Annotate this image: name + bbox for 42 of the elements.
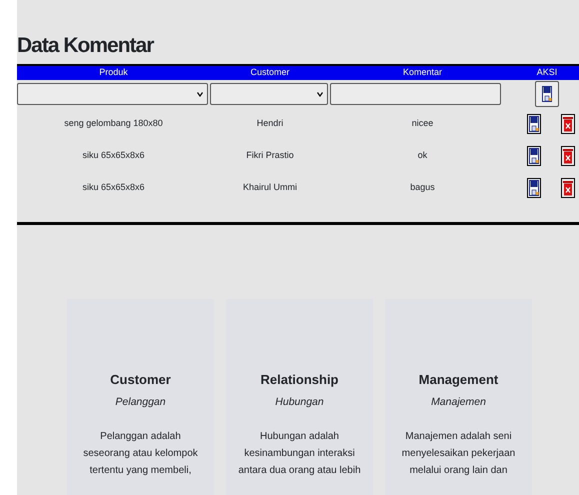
save-button[interactable] bbox=[535, 81, 559, 107]
card-text: Hubungan adalah kesinambungan interaksi antara dua orang atau lebih bbox=[237, 430, 362, 478]
save-icon bbox=[542, 86, 552, 102]
trash-icon bbox=[563, 116, 573, 132]
column-header: Produk bbox=[98, 66, 129, 80]
edit-button[interactable] bbox=[527, 114, 541, 134]
caret-icon bbox=[197, 92, 203, 96]
filter-input[interactable] bbox=[330, 83, 501, 105]
column-header: Customer bbox=[249, 66, 290, 80]
trash-icon bbox=[563, 148, 573, 164]
table-cell-text: siku 65x65x8x6 bbox=[81, 181, 146, 194]
table-cell-text: Khairul Ummi bbox=[242, 181, 298, 194]
delete-button[interactable] bbox=[561, 178, 575, 198]
save-icon bbox=[529, 148, 539, 164]
edit-button[interactable] bbox=[527, 178, 541, 198]
table-cell-text: ok bbox=[416, 149, 428, 162]
column-header: Komentar bbox=[402, 66, 444, 80]
trash-icon bbox=[563, 180, 573, 196]
delete-button[interactable] bbox=[561, 114, 575, 134]
table-cell-text: Hendri bbox=[256, 117, 284, 130]
card-subtitle: Manajemen bbox=[430, 395, 487, 410]
table-cell-text: seng gelombang 180x80 bbox=[63, 117, 164, 130]
card-subtitle: Hubungan bbox=[274, 395, 325, 410]
table-cell-text: nicee bbox=[410, 117, 434, 130]
table-cell-text: siku 65x65x8x6 bbox=[81, 149, 146, 162]
delete-button[interactable] bbox=[561, 146, 575, 166]
column-header: AKSI bbox=[536, 66, 558, 80]
card-text: Pelanggan adalah seseorang atau kelompok tertentu yang membeli, bbox=[82, 430, 199, 478]
edit-button[interactable] bbox=[527, 146, 541, 166]
filter-dropdown[interactable] bbox=[210, 83, 328, 105]
table-cell-text: Fikri Prastio bbox=[245, 149, 295, 162]
save-icon bbox=[529, 116, 539, 132]
card-title: Customer bbox=[109, 371, 172, 388]
save-icon bbox=[529, 180, 539, 196]
card-title: Management bbox=[418, 371, 500, 388]
caret-icon bbox=[317, 92, 323, 96]
page-title: Data Komentar bbox=[17, 34, 155, 58]
table-cell-text: bagus bbox=[409, 181, 436, 194]
filter-dropdown[interactable] bbox=[17, 83, 208, 105]
card-title: Relationship bbox=[259, 371, 340, 388]
card-text: Manajemen adalah seni menyelesaikan pekerjaan melalui orang lain dan bbox=[400, 430, 516, 478]
card-subtitle: Pelanggan bbox=[114, 395, 167, 410]
